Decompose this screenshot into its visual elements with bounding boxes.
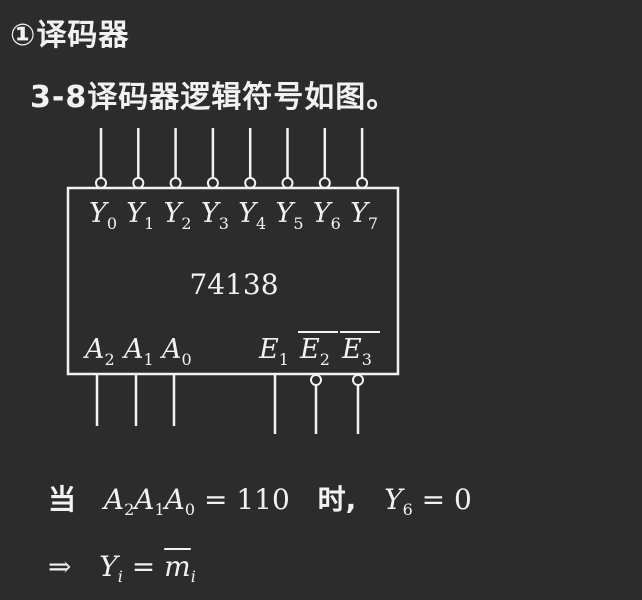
output-label: Y7	[350, 198, 378, 233]
inversion-bubble	[95, 177, 107, 189]
minterm-term: mi	[164, 550, 196, 586]
output-label: Y1	[126, 198, 154, 233]
chip-name: 74138	[189, 268, 278, 301]
when-word: 当	[48, 483, 77, 516]
address-label: A2	[82, 334, 115, 369]
inversion-bubble	[352, 374, 364, 386]
address-value: = 110	[204, 483, 290, 516]
output-label: Y4	[238, 198, 266, 233]
enable-label: E1	[258, 334, 289, 369]
inversion-bubble	[318, 177, 331, 189]
output-pins	[95, 128, 369, 189]
general-conclusion: ⇒ Yi = mi	[48, 550, 196, 586]
input-labels: A2 A1 A0 E1 E2 E3	[82, 331, 380, 369]
address-label: A0	[159, 334, 192, 369]
output-expression: Y6	[384, 483, 413, 519]
inversion-bubble	[310, 374, 322, 386]
then-word: 时,	[317, 483, 357, 516]
output-term: Yi	[99, 550, 123, 586]
inversion-bubble	[132, 177, 145, 189]
enable-label: E2	[299, 334, 330, 369]
implies-arrow: ⇒	[48, 550, 72, 583]
equals-sign: =	[131, 550, 156, 583]
inversion-bubble	[206, 177, 219, 189]
output-label: Y0	[89, 198, 117, 233]
output-label: Y3	[201, 198, 229, 233]
output-value: = 0	[421, 483, 472, 516]
output-labels: Y0 Y1 Y2 Y3 Y4 Y5 Y6 Y7	[89, 198, 378, 233]
decode-condition: 当 A2A1A0 = 110 时, Y6 = 0	[48, 478, 472, 519]
output-label: Y6	[313, 198, 341, 233]
address-label: A1	[121, 334, 154, 369]
address-expression: A2A1A0	[103, 483, 196, 519]
output-label: Y2	[164, 198, 192, 233]
inversion-bubble	[281, 177, 294, 189]
enable-label: E3	[341, 334, 372, 369]
output-label: Y5	[276, 198, 304, 233]
inversion-bubble	[244, 177, 257, 189]
inversion-bubble	[169, 177, 182, 189]
input-pins	[95, 374, 364, 434]
inversion-bubble	[356, 177, 369, 189]
